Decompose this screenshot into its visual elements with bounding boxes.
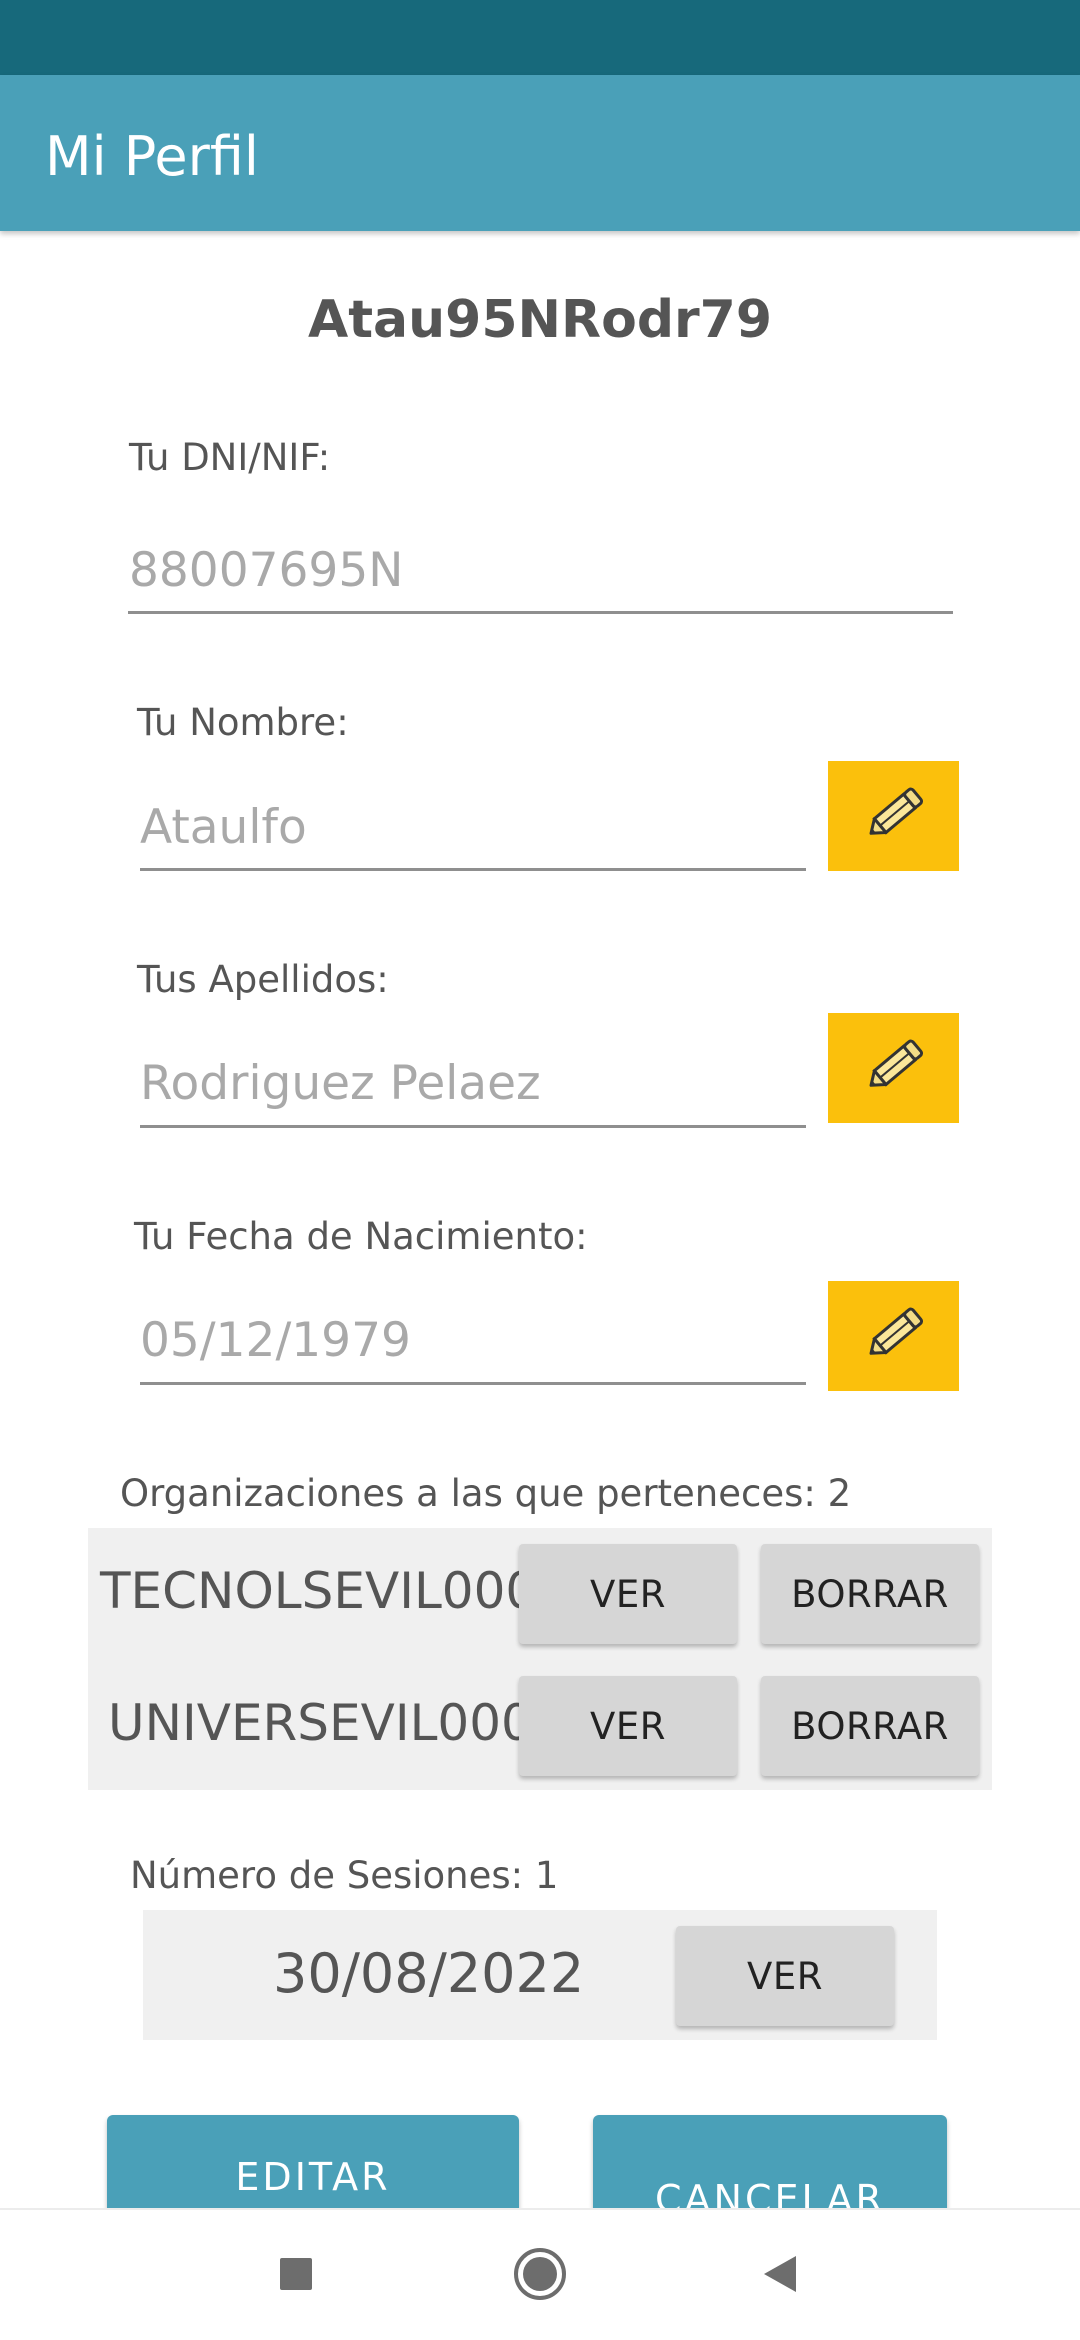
pencil-icon	[854, 1026, 934, 1111]
fecha-underline	[140, 1382, 806, 1385]
edit-fecha-button[interactable]	[828, 1281, 959, 1391]
dni-field[interactable]: 88007695N	[129, 543, 403, 598]
edit-nombre-button[interactable]	[828, 761, 959, 871]
app-bar: Mi Perfil	[0, 75, 1080, 231]
sessions-label: Número de Sesiones: 1	[130, 1854, 559, 1897]
view-session-button[interactable]: VER	[676, 1926, 894, 2026]
fecha-field[interactable]: 05/12/1979	[140, 1313, 411, 1368]
apellidos-label: Tus Apellidos:	[137, 958, 389, 1001]
pencil-icon	[854, 1294, 934, 1379]
page-title: Mi Perfil	[45, 125, 259, 188]
org-name: UNIVERSEVIL000	[108, 1694, 533, 1752]
view-org-button[interactable]: VER	[519, 1544, 737, 1644]
apellidos-underline	[140, 1125, 806, 1128]
pencil-icon	[854, 774, 934, 859]
organizations-list: TECNOLSEVIL000 VER BORRAR UNIVERSEVIL000…	[88, 1528, 992, 1790]
username-heading: Atau95NRodr79	[307, 290, 773, 350]
triangle-back-icon	[758, 2252, 802, 2301]
recents-button[interactable]	[236, 2210, 356, 2340]
edit-apellidos-button[interactable]	[828, 1013, 959, 1123]
nombre-label: Tu Nombre:	[137, 701, 349, 744]
status-bar	[0, 0, 1080, 75]
sessions-list: 30/08/2022 VER	[143, 1910, 937, 2040]
circle-icon	[512, 2246, 568, 2307]
nombre-underline	[140, 868, 806, 871]
system-nav-bar	[0, 2208, 1080, 2340]
session-date: 30/08/2022	[273, 1942, 585, 2005]
dni-underline	[128, 611, 953, 614]
back-button[interactable]	[720, 2210, 840, 2340]
square-icon	[276, 2254, 316, 2299]
view-org-button[interactable]: VER	[519, 1676, 737, 1776]
org-name: TECNOLSEVIL000	[100, 1562, 538, 1620]
apellidos-field[interactable]: Rodriguez Pelaez	[140, 1056, 541, 1111]
edit-button-line1: EDITAR	[235, 2155, 391, 2199]
delete-org-button[interactable]: BORRAR	[761, 1676, 979, 1776]
organizations-label: Organizaciones a las que perteneces: 2	[120, 1472, 852, 1515]
delete-org-button[interactable]: BORRAR	[761, 1544, 979, 1644]
dni-label: Tu DNI/NIF:	[129, 436, 331, 479]
home-button[interactable]	[480, 2210, 600, 2340]
fecha-label: Tu Fecha de Nacimiento:	[134, 1215, 588, 1258]
nombre-field[interactable]: Ataulfo	[140, 800, 307, 855]
